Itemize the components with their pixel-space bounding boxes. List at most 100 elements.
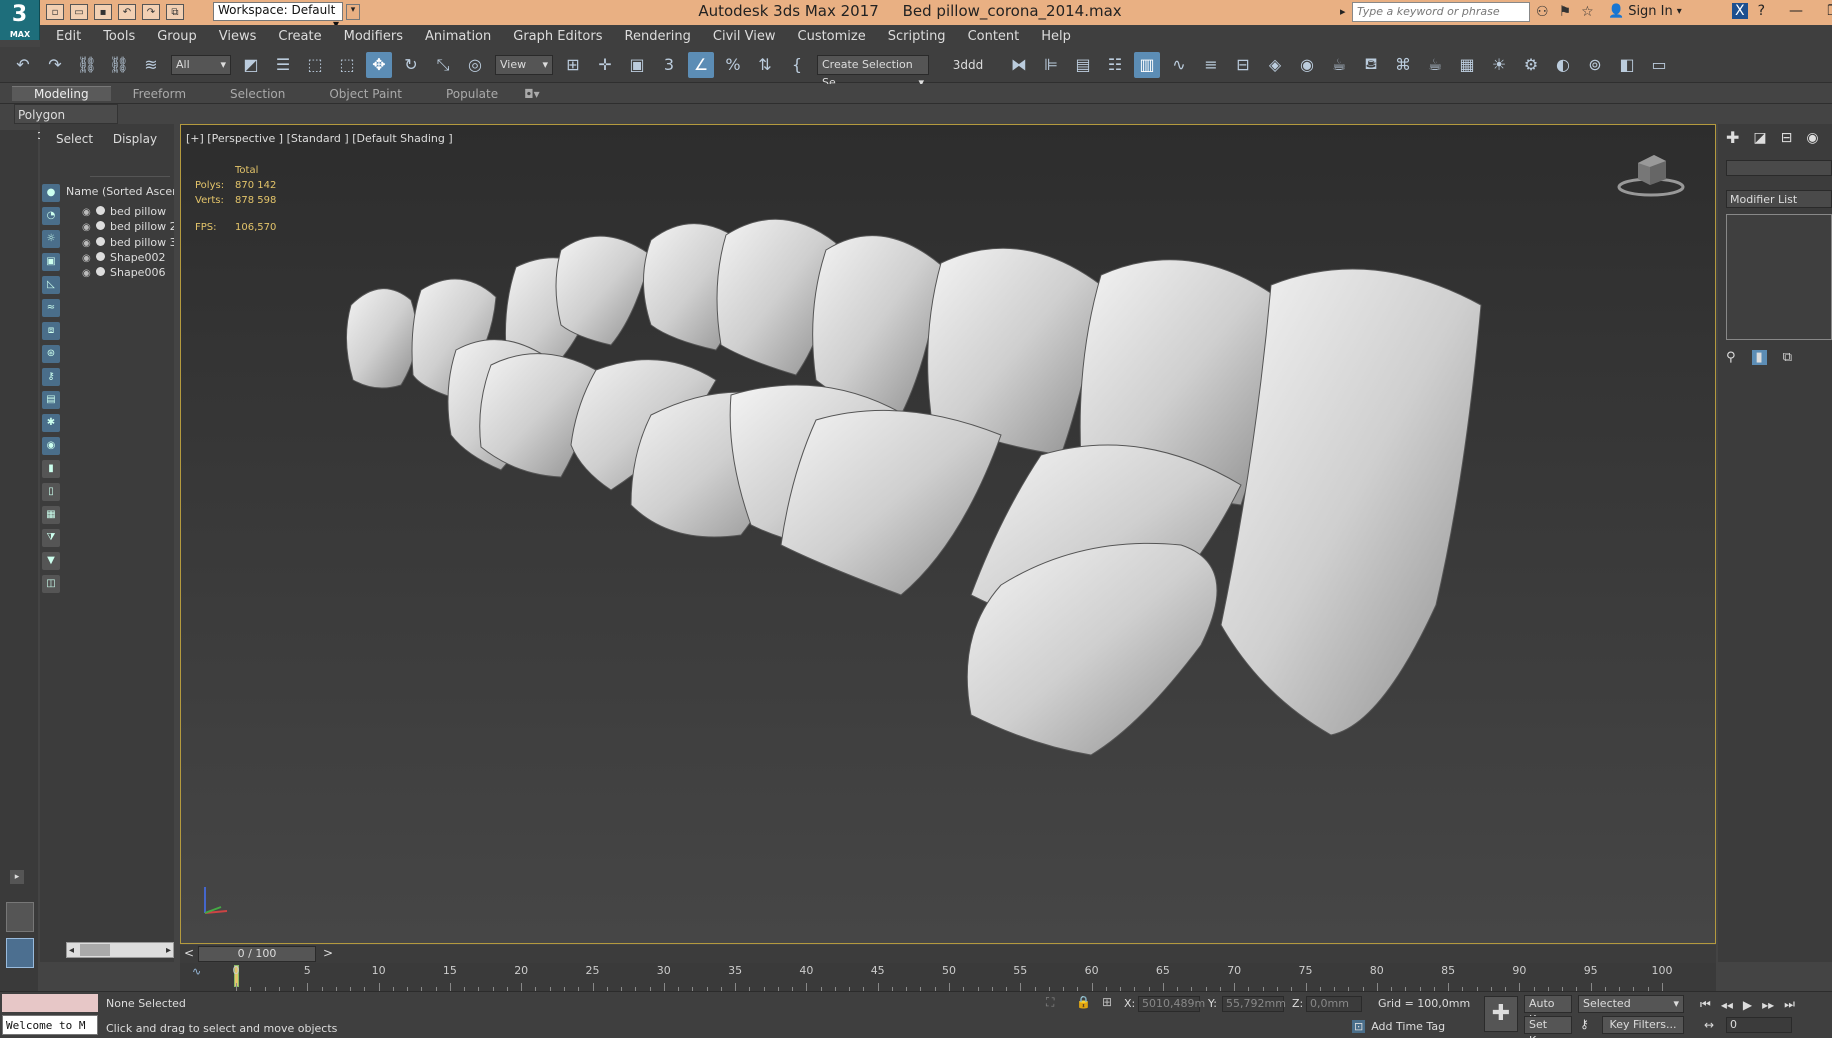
- layer-manager-icon[interactable]: ☷: [1102, 52, 1128, 78]
- ribbon-toggle-icon[interactable]: ▥: [1134, 51, 1160, 78]
- helpers-filter-icon[interactable]: ◺: [42, 276, 60, 294]
- visibility-eye-icon[interactable]: ◉: [82, 207, 94, 218]
- frozen-filter-icon[interactable]: ✱: [42, 414, 60, 432]
- create-tab-icon[interactable]: ✚: [1726, 128, 1739, 147]
- go-to-start-icon[interactable]: ⏮: [1700, 997, 1711, 1012]
- time-slider-prev-icon[interactable]: <: [184, 946, 194, 960]
- maxscript-mini-listener[interactable]: Welcome to M: [2, 1015, 98, 1035]
- isolate-selection-icon[interactable]: ⛶: [1046, 995, 1054, 1010]
- invert-filter-icon[interactable]: ▦: [42, 506, 60, 524]
- angle-snap-icon[interactable]: ∠: [688, 51, 714, 78]
- search-input[interactable]: Type a keyword or phrase: [1352, 2, 1530, 22]
- render-dot-icon[interactable]: [96, 221, 105, 230]
- select-and-rotate-icon[interactable]: ↻: [398, 52, 424, 78]
- layer-explorer-icon[interactable]: ▤: [1070, 52, 1096, 78]
- undo-icon[interactable]: ↶: [10, 52, 36, 78]
- layout-tab-2[interactable]: [6, 938, 34, 968]
- menu-scripting[interactable]: Scripting: [877, 29, 957, 44]
- xrefs-filter-icon[interactable]: ⊛: [42, 345, 60, 363]
- key-filter-icon[interactable]: ⚷: [1580, 1017, 1589, 1031]
- hierarchy-tab-icon[interactable]: ⊟: [1781, 130, 1793, 146]
- time-slider-next-icon[interactable]: >: [323, 946, 333, 960]
- menu-graph-editors[interactable]: Graph Editors: [502, 29, 613, 44]
- link-icon[interactable]: ⛓: [74, 52, 100, 78]
- render-dot-icon[interactable]: [96, 252, 105, 261]
- sign-in-button[interactable]: 👤 Sign In ▾: [1608, 4, 1682, 19]
- key-mode-dropdown[interactable]: Selected ▾: [1578, 995, 1684, 1013]
- menu-tools[interactable]: Tools: [92, 29, 146, 44]
- binoculars-icon[interactable]: ⚇: [1536, 4, 1549, 20]
- name-column-header[interactable]: Name (Sorted Ascending): [66, 185, 174, 201]
- select-manipulate-icon[interactable]: ✛: [592, 52, 618, 78]
- edit-named-selection-icon[interactable]: {: [784, 52, 810, 78]
- lights-filter-icon[interactable]: ☼: [42, 230, 60, 248]
- previous-frame-icon[interactable]: ◂◂: [1721, 998, 1733, 1012]
- undo-icon[interactable]: ↶: [118, 4, 136, 20]
- menu-customize[interactable]: Customize: [787, 29, 877, 44]
- scene-item[interactable]: ◉ bed pillow 2: [66, 220, 174, 237]
- explorer-tab-select[interactable]: Select: [56, 132, 93, 146]
- y-coordinate-field[interactable]: 55,792mm: [1222, 996, 1286, 1012]
- panel-toggle-icon[interactable]: ▭: [1646, 52, 1672, 78]
- layout-tab-1[interactable]: [6, 902, 34, 932]
- perspective-viewport[interactable]: [+] [Perspective ] [Standard ] [Default …: [180, 124, 1716, 944]
- redo-icon[interactable]: ↷: [42, 52, 68, 78]
- x-coordinate-field[interactable]: 5010,489m: [1138, 996, 1205, 1012]
- modifier-stack[interactable]: [1726, 214, 1832, 340]
- key-mode-toggle-icon[interactable]: ↔: [1704, 1018, 1714, 1032]
- maxscript-listener-output[interactable]: [2, 994, 98, 1012]
- track-bar[interactable]: ∿ 0 5 10 15 20 25 30 35 40 45 50 55 60 65 70 75 80 85 90 95…: [180, 963, 1716, 991]
- bones-filter-icon[interactable]: ⚷: [42, 368, 60, 386]
- polygon-modeling-panel[interactable]: Polygon Modeling: [14, 104, 118, 142]
- teapot-render-icon[interactable]: ☕: [1422, 52, 1448, 78]
- render-dot-icon[interactable]: [96, 267, 105, 276]
- material-editor-icon[interactable]: ◈: [1262, 52, 1288, 78]
- object-name-field[interactable]: [1726, 160, 1832, 176]
- groups-filter-icon[interactable]: ⧈: [42, 322, 60, 340]
- tab-object-paint[interactable]: Object Paint: [307, 87, 424, 101]
- frame-buffer-icon[interactable]: ▦: [1454, 52, 1480, 78]
- absolute-transform-icon[interactable]: ⊞: [1102, 995, 1112, 1009]
- environment-icon[interactable]: ◧: [1614, 52, 1640, 78]
- make-unique-icon[interactable]: ⧉: [1783, 350, 1792, 365]
- render-production-icon[interactable]: ⌘: [1390, 52, 1416, 78]
- menu-help[interactable]: Help: [1030, 29, 1082, 44]
- select-by-name-icon[interactable]: ☰: [270, 52, 296, 78]
- render-dot-icon[interactable]: [96, 206, 105, 215]
- tab-populate[interactable]: Populate: [424, 87, 520, 101]
- bind-space-warp-icon[interactable]: ≋: [138, 52, 164, 78]
- menu-create[interactable]: Create: [267, 29, 332, 44]
- spacewarps-filter-icon[interactable]: ≈: [42, 299, 60, 317]
- project-folder-icon[interactable]: ⧉: [166, 4, 184, 20]
- rendered-frame-icon[interactable]: ⛾: [1358, 52, 1384, 78]
- pin-stack-icon[interactable]: ⚲: [1726, 350, 1736, 365]
- visibility-eye-icon[interactable]: ◉: [82, 268, 94, 279]
- open-file-icon[interactable]: ▭: [70, 4, 88, 20]
- auto-key-button[interactable]: Auto Key: [1524, 995, 1572, 1026]
- window-crossing-icon[interactable]: ⬚: [334, 52, 360, 78]
- mini-curve-editor-icon[interactable]: ∿: [192, 965, 201, 978]
- restore-icon[interactable]: ❐: [1827, 3, 1832, 19]
- find-icon[interactable]: ⧩: [42, 529, 60, 547]
- set-keys-icon[interactable]: ✚: [1484, 996, 1518, 1032]
- select-and-move-icon[interactable]: ✥: [366, 51, 392, 78]
- light-lister-icon[interactable]: ☀: [1486, 52, 1512, 78]
- filter-funnel-icon[interactable]: ▼: [42, 552, 60, 570]
- dope-sheet-icon[interactable]: ≡: [1198, 52, 1224, 78]
- save-file-icon[interactable]: ▪: [94, 4, 112, 20]
- tab-freeform[interactable]: Freeform: [111, 87, 208, 101]
- tool-icon[interactable]: ⚙: [1518, 52, 1544, 78]
- visibility-eye-icon[interactable]: ◉: [82, 253, 94, 264]
- shapes-filter-icon[interactable]: ◔: [42, 207, 60, 225]
- menu-views[interactable]: Views: [208, 29, 268, 44]
- spinner-snap-icon[interactable]: ⇅: [752, 52, 778, 78]
- exchange-x-icon[interactable]: X: [1732, 3, 1748, 19]
- menu-modifiers[interactable]: Modifiers: [333, 29, 414, 44]
- help-icon[interactable]: ?: [1758, 3, 1765, 19]
- modifier-list-dropdown[interactable]: Modifier List: [1726, 190, 1832, 208]
- curve-editor-icon[interactable]: ∿: [1166, 52, 1192, 78]
- redo-icon[interactable]: ↷: [142, 4, 160, 20]
- reference-coordinate-dropdown[interactable]: View ▾: [495, 54, 553, 75]
- rectangular-selection-icon[interactable]: ⬚: [302, 52, 328, 78]
- explorer-tab-display[interactable]: Display: [113, 132, 157, 146]
